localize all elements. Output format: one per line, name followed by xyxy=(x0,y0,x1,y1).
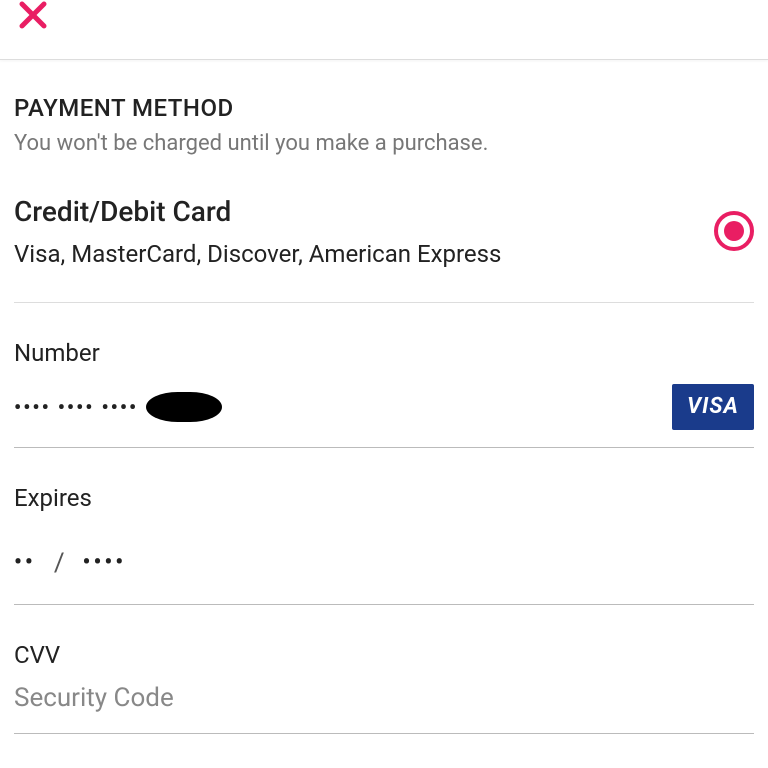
close-icon[interactable] xyxy=(18,0,48,30)
card-number-label: Number xyxy=(14,339,754,367)
exp-slash: / xyxy=(54,548,65,578)
radio-selected-icon[interactable] xyxy=(714,211,754,251)
header xyxy=(0,0,768,60)
card-brand-badge: VISA xyxy=(672,384,754,430)
card-number-masked: •••• •••• •••• xyxy=(14,395,138,419)
payment-method-row[interactable]: Credit/Debit Card Visa, MasterCard, Disc… xyxy=(14,195,754,268)
card-number-value-row: •••• •••• •••• VISA xyxy=(14,385,754,429)
exp-year-masked: •••• xyxy=(83,550,127,575)
payment-method-title: Credit/Debit Card xyxy=(14,195,501,228)
card-expires-value: •• / •••• xyxy=(14,548,754,578)
payment-method-sub: Visa, MasterCard, Discover, American Exp… xyxy=(14,240,501,268)
divider xyxy=(14,302,754,303)
card-cvv-label: CVV xyxy=(14,641,754,669)
card-expires-label: Expires xyxy=(14,484,754,512)
exp-month-masked: •• xyxy=(14,550,36,575)
card-cvv-placeholder: Security Code xyxy=(14,683,754,713)
card-number-redacted-icon xyxy=(146,392,222,422)
card-number-value: •••• •••• •••• xyxy=(14,392,222,422)
radio-inner-dot-icon xyxy=(724,221,744,241)
card-number-field[interactable]: Number •••• •••• •••• VISA xyxy=(14,339,754,448)
content: PAYMENT METHOD You won't be charged unti… xyxy=(0,94,768,768)
section-subtitle-payment: You won't be charged until you make a pu… xyxy=(14,130,754,159)
card-expires-field[interactable]: Expires •• / •••• xyxy=(14,484,754,605)
section-title-payment: PAYMENT METHOD xyxy=(14,94,754,122)
payment-method-text: Credit/Debit Card Visa, MasterCard, Disc… xyxy=(14,195,501,268)
card-cvv-field[interactable]: CVV Security Code xyxy=(14,641,754,734)
